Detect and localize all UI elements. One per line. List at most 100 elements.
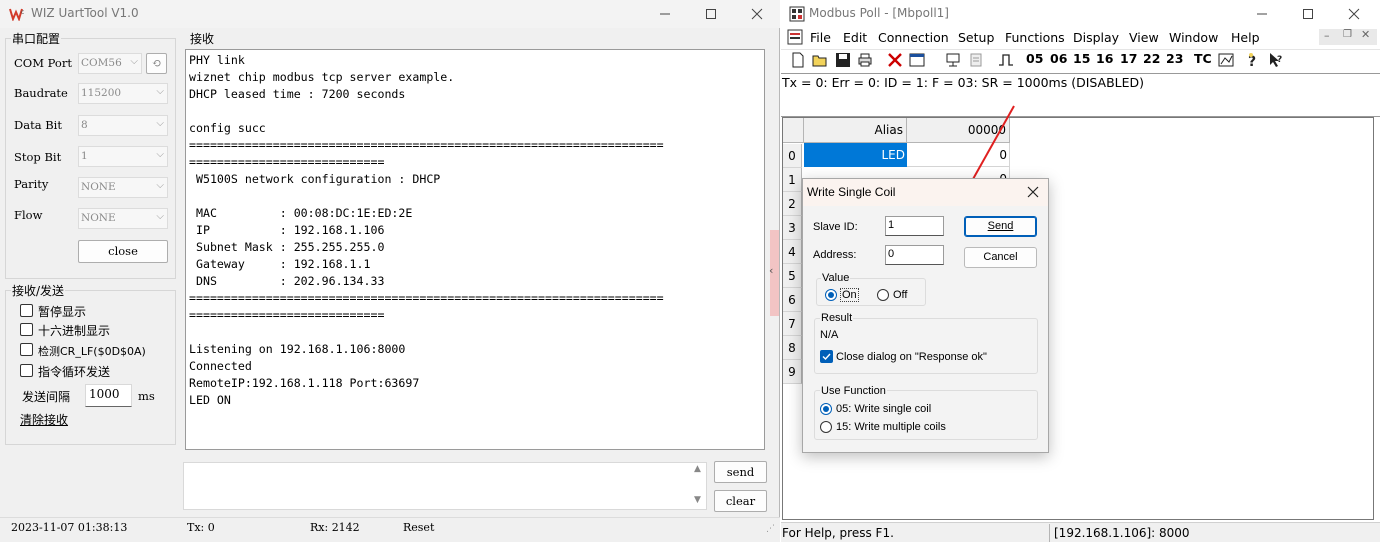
loop-send-checkbox[interactable] <box>20 364 33 377</box>
mb-titlebar: Modbus Poll - [Mbpoll1] <box>781 0 1380 28</box>
maximize-icon <box>706 9 716 19</box>
close-window-button[interactable] <box>734 0 780 28</box>
baudrate-select[interactable]: 115200 ⌵ <box>78 83 168 104</box>
com-port-value: COM56 <box>81 57 122 69</box>
help-icon[interactable]: ? <box>1245 52 1261 68</box>
clear-button[interactable]: clear <box>714 490 767 512</box>
cell-alias-0[interactable]: LED <box>804 143 907 167</box>
send-button[interactable]: send <box>714 461 767 483</box>
com-port-select[interactable]: COM56 ⌵ <box>78 53 142 74</box>
tb-traffic-button[interactable]: TC <box>1194 51 1212 71</box>
crlf-checkbox[interactable] <box>20 343 33 356</box>
save-icon[interactable] <box>835 52 851 68</box>
mb-maximize-button[interactable] <box>1285 0 1331 28</box>
func-05-radio[interactable] <box>820 403 832 415</box>
data-bit-select[interactable]: 8 ⌵ <box>78 115 168 136</box>
minimize-icon <box>1257 13 1267 15</box>
pulse-icon[interactable] <box>998 52 1014 68</box>
recv-line: Connected <box>189 359 252 373</box>
interval-input[interactable]: 1000 <box>85 384 132 407</box>
maximize-button[interactable] <box>688 0 734 28</box>
recv-line: IP : 192.168.1.106 <box>189 223 385 237</box>
send-scrollbar[interactable]: ▲ ▼ <box>691 462 707 510</box>
menu-help[interactable]: Help <box>1231 30 1260 45</box>
value-on-radio[interactable] <box>825 289 837 301</box>
dialog-title: Write Single Coil <box>807 185 896 199</box>
close-port-button[interactable]: close <box>78 240 168 263</box>
send-textarea[interactable] <box>183 462 707 510</box>
mb-title: Modbus Poll - [Mbpoll1] <box>809 6 949 20</box>
tb-func-16[interactable]: 16 <box>1096 51 1113 71</box>
stop-bit-select[interactable]: 1 ⌵ <box>78 146 168 167</box>
read-write-icon[interactable] <box>968 52 984 68</box>
recv-line: ============================ <box>189 155 385 169</box>
status-reset[interactable]: Reset <box>403 521 434 534</box>
tb-func-17[interactable]: 17 <box>1120 51 1137 71</box>
minimize-button[interactable] <box>642 0 688 28</box>
menu-edit[interactable]: Edit <box>843 30 867 45</box>
menu-window[interactable]: Window <box>1169 30 1218 45</box>
close-on-ok-checkbox[interactable] <box>820 350 833 363</box>
use-function-title: Use Function <box>820 385 887 397</box>
document-menu-icon[interactable] <box>787 29 803 45</box>
pause-display-checkbox[interactable] <box>20 304 33 317</box>
context-help-icon[interactable]: ? <box>1268 52 1284 68</box>
address-input[interactable]: 0 <box>885 245 944 265</box>
grid-row-number: 8 <box>783 336 802 360</box>
value-group-title: Value <box>821 272 851 284</box>
func-15-radio[interactable] <box>820 421 832 433</box>
mb-statusbar: For Help, press F1. [192.168.1.106]: 800… <box>781 522 1380 542</box>
menu-file[interactable]: File <box>810 30 831 45</box>
menu-display[interactable]: Display <box>1073 30 1119 45</box>
parity-select[interactable]: NONE ⌵ <box>78 177 168 198</box>
tb-func-06[interactable]: 06 <box>1050 51 1067 71</box>
com-port-label: COM Port <box>14 56 72 70</box>
dialog-send-button[interactable]: Send <box>964 216 1037 237</box>
mb-minimize-button[interactable] <box>1239 0 1285 28</box>
flow-select[interactable]: NONE ⌵ <box>78 208 168 229</box>
disconnect-icon[interactable] <box>887 52 903 68</box>
print-icon[interactable] <box>857 52 873 68</box>
resize-grip-icon[interactable]: ⋰ <box>766 524 775 534</box>
traffic-window-icon[interactable] <box>1218 52 1234 68</box>
menu-view[interactable]: View <box>1129 30 1159 45</box>
tb-func-15[interactable]: 15 <box>1073 51 1090 71</box>
chevron-down-icon: ⌵ <box>130 56 138 67</box>
menu-connection[interactable]: Connection <box>878 30 949 45</box>
refresh-ports-button[interactable]: ⟲ <box>146 53 167 74</box>
menu-setup[interactable]: Setup <box>958 30 994 45</box>
slave-id-input[interactable]: 1 <box>885 216 944 236</box>
grid-row-number: 5 <box>783 264 802 288</box>
mdi-controls: – ❐ ✕ <box>1319 28 1377 45</box>
tb-func-22[interactable]: 22 <box>1143 51 1160 71</box>
dialog-cancel-button[interactable]: Cancel <box>964 247 1037 268</box>
address-label: Address: <box>813 249 857 261</box>
value-off-radio[interactable] <box>877 289 889 301</box>
dialog-close-icon[interactable] <box>1027 186 1039 198</box>
parity-value: NONE <box>81 181 116 193</box>
grid-row-number: 7 <box>783 312 802 336</box>
mb-status-help: For Help, press F1. <box>782 526 894 540</box>
hex-display-checkbox[interactable] <box>20 323 33 336</box>
tb-func-05[interactable]: 05 <box>1026 51 1043 71</box>
tb-func-23[interactable]: 23 <box>1166 51 1183 71</box>
mdi-restore-icon[interactable]: ❐ <box>1343 29 1352 40</box>
window-icon[interactable] <box>909 52 925 68</box>
refresh-icon: ⟲ <box>151 56 162 70</box>
value-on-label: On <box>840 288 859 302</box>
monitor-icon[interactable] <box>945 52 961 68</box>
recv-line: Listening on 192.168.1.106:8000 <box>189 342 406 356</box>
loop-send-label: 指令循环发送 <box>38 365 111 379</box>
recv-textarea[interactable]: PHY link wiznet chip modbus tcp server ex… <box>185 49 765 450</box>
mb-close-button[interactable] <box>1331 0 1377 28</box>
clear-recv-link[interactable]: 清除接收 <box>20 411 68 428</box>
poll-status-panel: Tx = 0: Err = 0: ID = 1: F = 03: SR = 10… <box>781 73 1380 117</box>
mdi-close-icon[interactable]: ✕ <box>1361 28 1370 41</box>
recv-line: Gateway : 192.168.1.1 <box>189 257 371 271</box>
mdi-minimize-icon[interactable]: – <box>1324 29 1330 42</box>
status-tx: Tx: 0 <box>187 521 215 534</box>
menu-functions[interactable]: Functions <box>1005 30 1065 45</box>
new-file-icon[interactable] <box>790 52 806 68</box>
status-rx: Rx: 2142 <box>310 521 360 534</box>
open-folder-icon[interactable] <box>812 52 828 68</box>
